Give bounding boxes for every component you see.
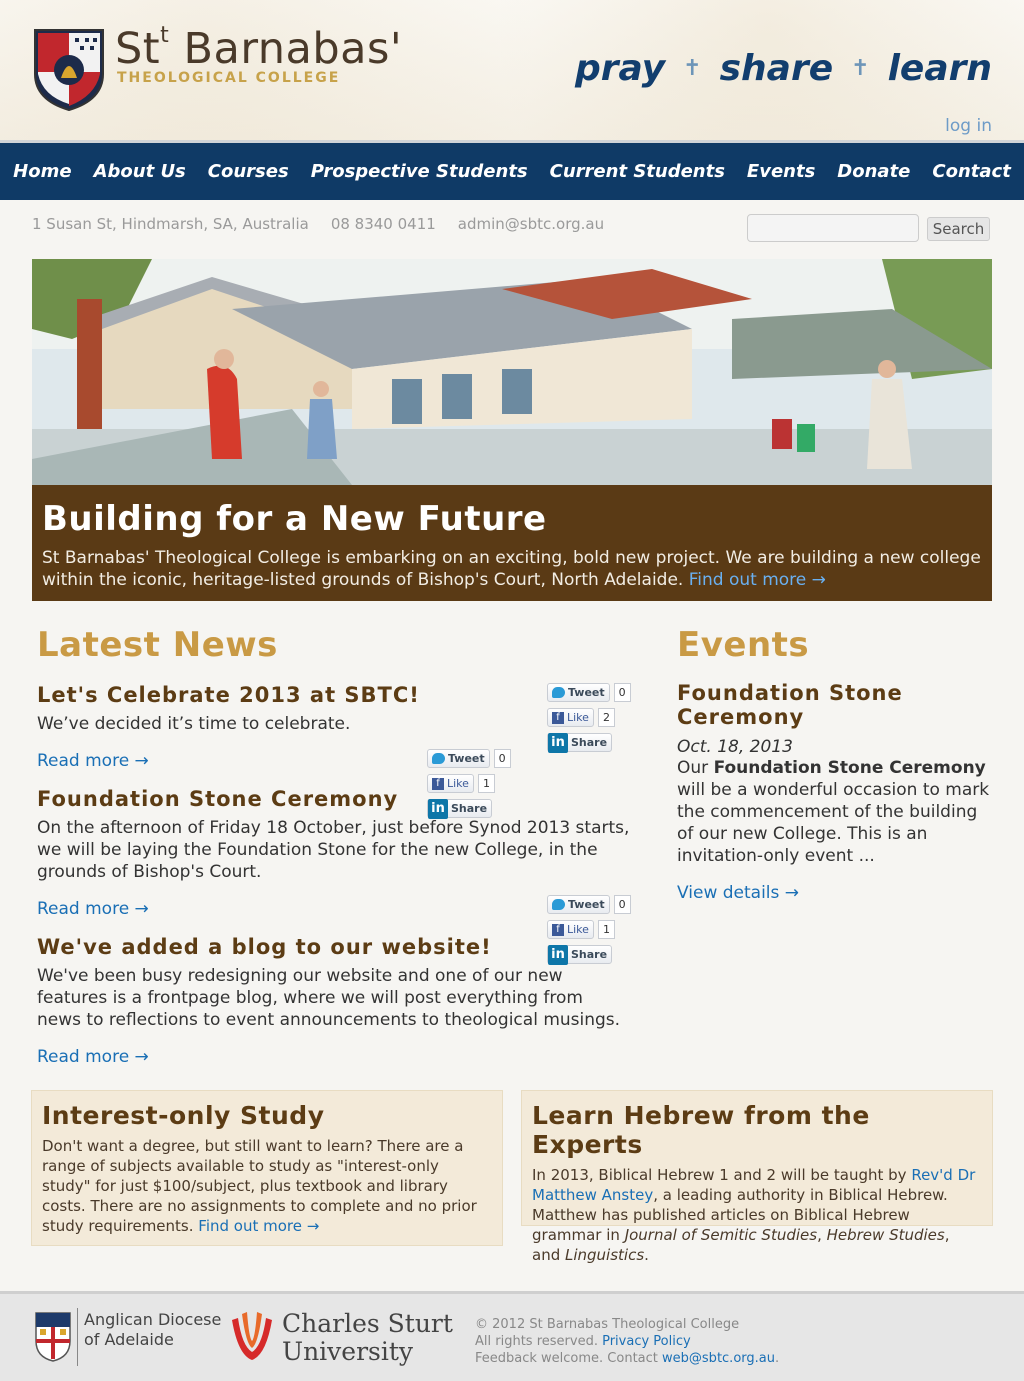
- tweet-button[interactable]: Tweet: [427, 749, 490, 768]
- nav-prospective-students[interactable]: Prospective Students: [300, 161, 539, 182]
- hero-building-illustration[interactable]: [32, 259, 992, 485]
- facebook-icon: f: [552, 711, 564, 724]
- tagline-pray: pray: [574, 48, 666, 89]
- nav-current-students[interactable]: Current Students: [539, 161, 736, 182]
- contact-bar: 1 Susan St, Hindmarsh, SA, Australia 08 …: [32, 215, 604, 233]
- post-title-link[interactable]: Foundation Stone Ceremony: [37, 787, 657, 811]
- view-details-link[interactable]: View details →: [677, 883, 992, 903]
- linkedin-icon: in: [548, 944, 568, 965]
- like-count: 1: [477, 774, 495, 793]
- email: admin@sbtc.org.au: [457, 215, 605, 233]
- facebook-like-button[interactable]: f Like: [427, 774, 474, 793]
- footer-copyright: © 2012 St Barnabas Theological College A…: [475, 1317, 780, 1366]
- hero-find-out-more-link[interactable]: Find out more →: [689, 570, 826, 590]
- phone: 08 8340 0411: [330, 215, 436, 233]
- event-body: Our Foundation Stone Ceremony will be a …: [677, 758, 990, 866]
- twitter-bird-icon: [552, 899, 565, 910]
- hero-title: Building for a New Future: [42, 499, 547, 539]
- tweet-button[interactable]: Tweet: [547, 683, 610, 702]
- promo-title: Learn Hebrew from the Experts: [532, 1101, 870, 1159]
- latest-news-heading: Latest News: [37, 625, 278, 665]
- nav-contact[interactable]: Contact: [921, 161, 1021, 182]
- search-input[interactable]: [747, 214, 919, 242]
- linkedin-icon: in: [428, 798, 448, 819]
- share-widgets: Tweet 0 f Like 1 in Share: [427, 746, 517, 821]
- tweet-button[interactable]: Tweet: [547, 895, 610, 914]
- share-widgets: Tweet 0 f Like 2 in Share: [547, 680, 637, 755]
- event-date: Oct. 18, 2013: [677, 737, 793, 757]
- tweet-count: 0: [613, 683, 631, 702]
- cross-icon: ✝: [851, 56, 870, 81]
- promo-text: In 2013, Biblical Hebrew 1 and 2 will be…: [532, 1166, 976, 1264]
- twitter-bird-icon: [552, 687, 565, 698]
- promo-text: Don't want a degree, but still want to l…: [42, 1137, 477, 1235]
- twitter-bird-icon: [432, 753, 445, 764]
- address: 1 Susan St, Hindmarsh, SA, Australia: [32, 215, 309, 233]
- post-body: We’ve decided it’s time to celebrate.: [37, 714, 351, 734]
- cross-icon: ✝: [683, 56, 702, 81]
- csu-name[interactable]: Charles Sturt University: [282, 1310, 453, 1366]
- post-body: We've been busy redesigning our website …: [37, 966, 621, 1030]
- college-crest-logo[interactable]: [33, 28, 105, 112]
- brand-subtitle: THEOLOGICAL COLLEGE: [117, 70, 341, 86]
- hero-text: St Barnabas' Theological College is emba…: [42, 548, 981, 590]
- linkedin-share-button[interactable]: in Share: [547, 944, 613, 965]
- tweet-count: 0: [613, 895, 631, 914]
- events-section: Events Foundation Stone Ceremony Oct. 18…: [677, 625, 992, 903]
- diocese-crest-logo[interactable]: [34, 1311, 72, 1363]
- nav-about-us[interactable]: About Us: [83, 161, 197, 182]
- promo-title: Interest-only Study: [42, 1101, 325, 1130]
- read-more-link[interactable]: Read more →: [37, 1047, 657, 1067]
- tagline-share: share: [719, 48, 834, 89]
- promo-interest-only-study: Interest-only Study Don't want a degree,…: [31, 1090, 503, 1246]
- linkedin-share-button[interactable]: in Share: [547, 732, 613, 753]
- linkedin-share-button[interactable]: in Share: [427, 798, 493, 819]
- nav-courses[interactable]: Courses: [197, 161, 300, 182]
- post-body: On the afternoon of Friday 18 October, j…: [37, 818, 630, 882]
- facebook-like-button[interactable]: f Like: [547, 920, 594, 939]
- nav-events[interactable]: Events: [736, 161, 826, 182]
- nav-donate[interactable]: Donate: [826, 161, 921, 182]
- diocese-name[interactable]: Anglican Diocese of Adelaide: [84, 1310, 221, 1350]
- facebook-icon: f: [432, 777, 444, 790]
- feedback-email-link[interactable]: web@sbtc.org.au: [662, 1351, 775, 1366]
- like-count: 1: [597, 920, 615, 939]
- hero-banner: Building for a New Future St Barnabas' T…: [32, 259, 992, 601]
- events-heading: Events: [677, 625, 810, 665]
- nav-home[interactable]: Home: [2, 161, 82, 182]
- facebook-icon: f: [552, 923, 564, 936]
- linkedin-icon: in: [548, 732, 568, 753]
- facebook-like-button[interactable]: f Like: [547, 708, 594, 727]
- brand-name[interactable]: Stt Barnabas': [115, 23, 402, 74]
- tagline: pray ✝ share ✝ learn: [575, 48, 992, 89]
- event-title-link[interactable]: Foundation Stone Ceremony: [677, 681, 992, 729]
- share-widgets: Tweet 0 f Like 1 in Share: [547, 892, 637, 967]
- csu-logo[interactable]: [228, 1310, 276, 1362]
- tagline-learn: learn: [887, 48, 992, 89]
- main-nav: Home About Us Courses Prospective Studen…: [0, 140, 1024, 200]
- search-button[interactable]: Search: [927, 217, 990, 241]
- privacy-policy-link[interactable]: Privacy Policy: [602, 1334, 691, 1349]
- promo-find-out-more-link[interactable]: Find out more →: [198, 1217, 319, 1235]
- tweet-count: 0: [493, 749, 511, 768]
- login-link[interactable]: log in: [945, 116, 992, 136]
- like-count: 2: [597, 708, 615, 727]
- promo-learn-hebrew: Learn Hebrew from the Experts In 2013, B…: [521, 1090, 993, 1264]
- hero-caption: Building for a New Future St Barnabas' T…: [32, 485, 992, 601]
- footer-divider: [77, 1308, 78, 1366]
